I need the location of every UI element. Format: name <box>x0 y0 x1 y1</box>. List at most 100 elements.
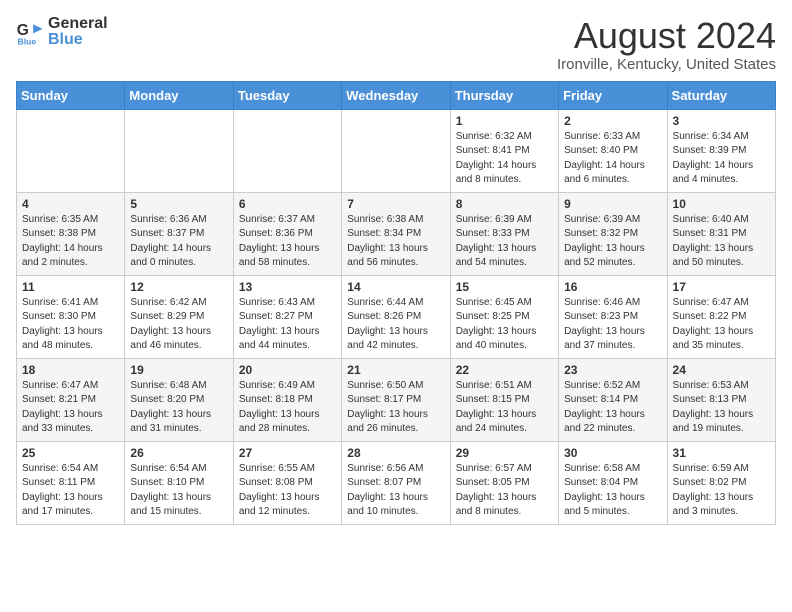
day-info: Sunrise: 6:37 AM Sunset: 8:36 PM Dayligh… <box>239 213 336 271</box>
day-info: Sunrise: 6:40 AM Sunset: 8:31 PM Dayligh… <box>673 213 770 271</box>
day-info: Sunrise: 6:32 AM Sunset: 8:41 PM Dayligh… <box>456 130 553 188</box>
day-info: Sunrise: 6:34 AM Sunset: 8:39 PM Dayligh… <box>673 130 770 188</box>
calendar-cell: 24 Sunrise: 6:53 AM Sunset: 8:13 PM Dayli… <box>667 358 775 441</box>
day-info: Sunrise: 6:52 AM Sunset: 8:14 PM Dayligh… <box>564 379 661 437</box>
calendar-week-1: 1Sunrise: 6:32 AM Sunset: 8:41 PM Daylig… <box>17 109 776 192</box>
calendar-cell <box>17 109 125 192</box>
day-info: Sunrise: 6:43 AM Sunset: 8:27 PM Dayligh… <box>239 296 336 354</box>
logo-blue: Blue <box>48 32 83 48</box>
day-number: 15 <box>456 280 553 294</box>
calendar-header-row: SundayMondayTuesdayWednesdayThursdayFrid… <box>17 81 776 109</box>
day-info: Sunrise: 6:56 AM Sunset: 8:07 PM Dayligh… <box>347 462 444 520</box>
day-info: Sunrise: 6:44 AM Sunset: 8:26 PM Dayligh… <box>347 296 444 354</box>
day-header-monday: Monday <box>125 81 233 109</box>
day-number: 11 <box>22 280 119 294</box>
calendar-cell: 28 Sunrise: 6:56 AM Sunset: 8:07 PM Dayli… <box>342 441 450 524</box>
day-number: 26 <box>130 446 227 460</box>
day-number: 10 <box>673 197 770 211</box>
day-info: Sunrise: 6:33 AM Sunset: 8:40 PM Dayligh… <box>564 130 661 188</box>
subtitle: Ironville, Kentucky, United States <box>557 56 776 73</box>
day-number: 19 <box>130 363 227 377</box>
day-info: Sunrise: 6:36 AM Sunset: 8:37 PM Dayligh… <box>130 213 227 271</box>
day-header-thursday: Thursday <box>450 81 558 109</box>
logo-text-wrap: General Blue <box>48 16 108 48</box>
calendar-cell: 22 Sunrise: 6:51 AM Sunset: 8:15 PM Dayli… <box>450 358 558 441</box>
day-info: Sunrise: 6:53 AM Sunset: 8:13 PM Dayligh… <box>673 379 770 437</box>
day-header-tuesday: Tuesday <box>233 81 341 109</box>
day-number: 16 <box>564 280 661 294</box>
calendar-cell: 26Sunrise: 6:54 AM Sunset: 8:10 PM Dayli… <box>125 441 233 524</box>
calendar-cell: 12Sunrise: 6:42 AM Sunset: 8:29 PM Dayli… <box>125 275 233 358</box>
calendar-cell: 25Sunrise: 6:54 AM Sunset: 8:11 PM Dayli… <box>17 441 125 524</box>
calendar-cell: 4Sunrise: 6:35 AM Sunset: 8:38 PM Daylig… <box>17 192 125 275</box>
calendar-cell <box>233 109 341 192</box>
day-number: 31 <box>673 446 770 460</box>
calendar-week-4: 18Sunrise: 6:47 AM Sunset: 8:21 PM Dayli… <box>17 358 776 441</box>
day-info: Sunrise: 6:47 AM Sunset: 8:22 PM Dayligh… <box>673 296 770 354</box>
day-header-wednesday: Wednesday <box>342 81 450 109</box>
calendar-table: SundayMondayTuesdayWednesdayThursdayFrid… <box>16 81 776 525</box>
calendar-cell: 17Sunrise: 6:47 AM Sunset: 8:22 PM Dayli… <box>667 275 775 358</box>
calendar-cell: 31 Sunrise: 6:59 AM Sunset: 8:02 PM Dayli… <box>667 441 775 524</box>
day-info: Sunrise: 6:57 AM Sunset: 8:05 PM Dayligh… <box>456 462 553 520</box>
calendar-week-2: 4Sunrise: 6:35 AM Sunset: 8:38 PM Daylig… <box>17 192 776 275</box>
day-number: 13 <box>239 280 336 294</box>
calendar-cell: 30Sunrise: 6:58 AM Sunset: 8:04 PM Dayli… <box>559 441 667 524</box>
day-number: 22 <box>456 363 553 377</box>
day-number: 20 <box>239 363 336 377</box>
day-number: 6 <box>239 197 336 211</box>
day-number: 9 <box>564 197 661 211</box>
calendar-cell: 23Sunrise: 6:52 AM Sunset: 8:14 PM Dayli… <box>559 358 667 441</box>
day-number: 2 <box>564 114 661 128</box>
day-number: 3 <box>673 114 770 128</box>
day-info: Sunrise: 6:41 AM Sunset: 8:30 PM Dayligh… <box>22 296 119 354</box>
calendar-cell: 11 Sunrise: 6:41 AM Sunset: 8:30 PM Dayli… <box>17 275 125 358</box>
calendar-week-5: 25Sunrise: 6:54 AM Sunset: 8:11 PM Dayli… <box>17 441 776 524</box>
day-info: Sunrise: 6:48 AM Sunset: 8:20 PM Dayligh… <box>130 379 227 437</box>
main-title: August 2024 <box>557 16 776 56</box>
day-number: 27 <box>239 446 336 460</box>
day-info: Sunrise: 6:35 AM Sunset: 8:38 PM Dayligh… <box>22 213 119 271</box>
day-number: 12 <box>130 280 227 294</box>
calendar-cell: 27 Sunrise: 6:55 AM Sunset: 8:08 PM Dayli… <box>233 441 341 524</box>
day-info: Sunrise: 6:38 AM Sunset: 8:34 PM Dayligh… <box>347 213 444 271</box>
day-number: 30 <box>564 446 661 460</box>
calendar-cell <box>342 109 450 192</box>
day-number: 21 <box>347 363 444 377</box>
day-number: 24 <box>673 363 770 377</box>
calendar-cell: 16Sunrise: 6:46 AM Sunset: 8:23 PM Dayli… <box>559 275 667 358</box>
day-info: Sunrise: 6:55 AM Sunset: 8:08 PM Dayligh… <box>239 462 336 520</box>
page-header: G Blue General Blue August 2024 Ironvill… <box>16 16 776 73</box>
day-info: Sunrise: 6:39 AM Sunset: 8:33 PM Dayligh… <box>456 213 553 271</box>
calendar-cell: 3 Sunrise: 6:34 AM Sunset: 8:39 PM Daylig… <box>667 109 775 192</box>
day-number: 7 <box>347 197 444 211</box>
calendar-cell: 7 Sunrise: 6:38 AM Sunset: 8:34 PM Daylig… <box>342 192 450 275</box>
day-info: Sunrise: 6:49 AM Sunset: 8:18 PM Dayligh… <box>239 379 336 437</box>
day-info: Sunrise: 6:59 AM Sunset: 8:02 PM Dayligh… <box>673 462 770 520</box>
calendar-cell: 9Sunrise: 6:39 AM Sunset: 8:32 PM Daylig… <box>559 192 667 275</box>
svg-text:Blue: Blue <box>18 36 37 46</box>
calendar-cell: 14 Sunrise: 6:44 AM Sunset: 8:26 PM Dayli… <box>342 275 450 358</box>
logo-general: General <box>48 16 108 32</box>
logo: G Blue General Blue <box>16 16 108 48</box>
calendar-cell: 18Sunrise: 6:47 AM Sunset: 8:21 PM Dayli… <box>17 358 125 441</box>
day-number: 29 <box>456 446 553 460</box>
day-number: 18 <box>22 363 119 377</box>
title-block: August 2024 Ironville, Kentucky, United … <box>557 16 776 73</box>
calendar-cell: 8Sunrise: 6:39 AM Sunset: 8:33 PM Daylig… <box>450 192 558 275</box>
calendar-cell: 13 Sunrise: 6:43 AM Sunset: 8:27 PM Dayli… <box>233 275 341 358</box>
calendar-cell: 19 Sunrise: 6:48 AM Sunset: 8:20 PM Dayli… <box>125 358 233 441</box>
day-header-friday: Friday <box>559 81 667 109</box>
day-header-sunday: Sunday <box>17 81 125 109</box>
calendar-cell <box>125 109 233 192</box>
calendar-cell: 29 Sunrise: 6:57 AM Sunset: 8:05 PM Dayli… <box>450 441 558 524</box>
logo-icon: G Blue <box>16 18 44 46</box>
day-info: Sunrise: 6:45 AM Sunset: 8:25 PM Dayligh… <box>456 296 553 354</box>
calendar-week-3: 11 Sunrise: 6:41 AM Sunset: 8:30 PM Dayli… <box>17 275 776 358</box>
day-number: 28 <box>347 446 444 460</box>
calendar-cell: 15 Sunrise: 6:45 AM Sunset: 8:25 PM Dayli… <box>450 275 558 358</box>
calendar-cell: 2 Sunrise: 6:33 AM Sunset: 8:40 PM Daylig… <box>559 109 667 192</box>
day-info: Sunrise: 6:51 AM Sunset: 8:15 PM Dayligh… <box>456 379 553 437</box>
day-number: 14 <box>347 280 444 294</box>
calendar-cell: 20 Sunrise: 6:49 AM Sunset: 8:18 PM Dayli… <box>233 358 341 441</box>
